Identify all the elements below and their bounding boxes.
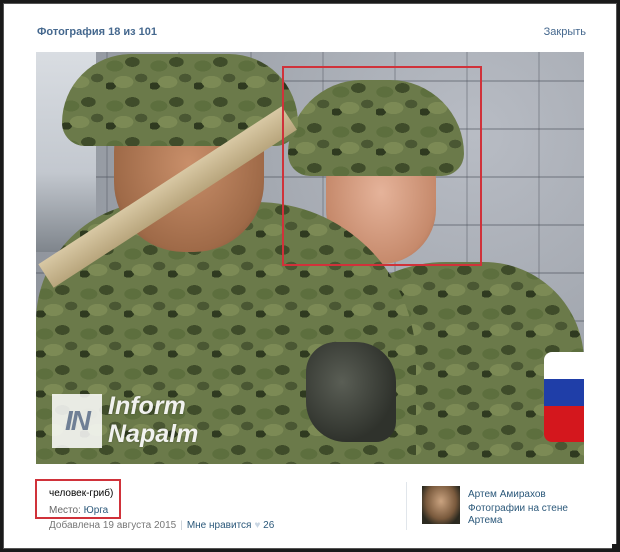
meta-separator: | xyxy=(180,520,183,531)
like-button[interactable]: Мне нравится xyxy=(187,520,252,531)
photo-meta: Добавлена 19 августа 2015 | Мне нравится ♥ … xyxy=(49,520,274,531)
flag-armband xyxy=(544,352,584,442)
photo-counter: Фотография 18 из 101 xyxy=(37,26,158,38)
watermark: IN Inform Napalm xyxy=(52,392,232,452)
photo-caption: человек-гриб) xyxy=(49,488,114,499)
watermark-text-line1: Inform xyxy=(108,392,186,420)
photo[interactable]: IN Inform Napalm xyxy=(36,52,584,464)
heart-icon[interactable]: ♥ xyxy=(254,520,260,531)
place-label: Место: xyxy=(49,505,81,516)
avatar[interactable] xyxy=(422,486,460,524)
face-highlight-box xyxy=(282,66,482,266)
glove xyxy=(306,342,396,442)
watermark-logo: IN xyxy=(52,394,102,448)
close-button[interactable]: Закрыть xyxy=(544,26,586,38)
author-name[interactable]: Артем Амирахов xyxy=(468,489,546,500)
photo-viewer-header: Фотография 18 из 101 Закрыть xyxy=(24,22,596,40)
watermark-text-line2: Napalm xyxy=(108,420,199,448)
like-count[interactable]: 26 xyxy=(263,520,274,531)
author-wall-link[interactable]: Фотографии на стене Артема xyxy=(468,503,578,527)
meta-divider xyxy=(406,482,407,530)
place-link[interactable]: Юрга xyxy=(84,505,109,516)
date-added: Добавлена 19 августа 2015 xyxy=(49,520,177,531)
photo-place: Место: Юрга xyxy=(49,505,108,516)
